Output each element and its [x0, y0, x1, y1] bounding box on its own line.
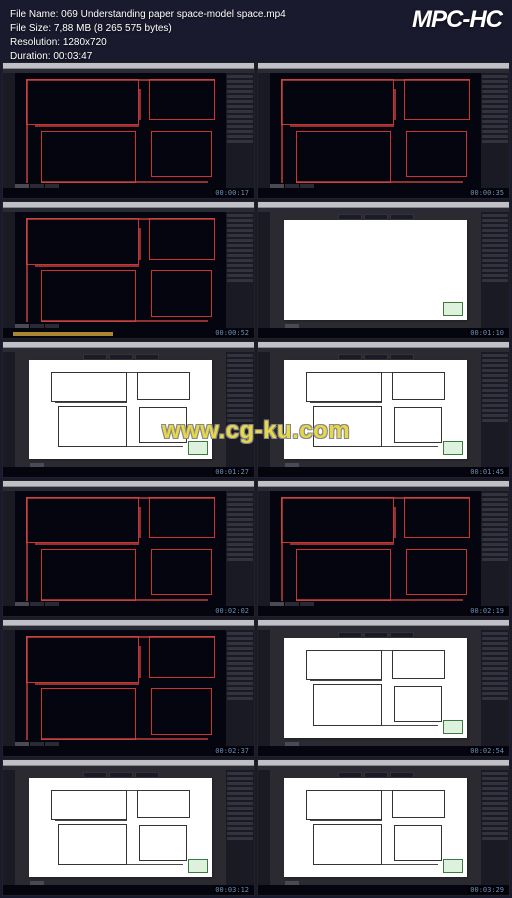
- filesize-value: 7,88 MB (8 265 575 bytes): [54, 23, 172, 34]
- thumbnail-grid: 00:00:17 00:00:35: [0, 60, 512, 898]
- cad-left-panel: [258, 491, 270, 606]
- frame-timestamp: 00:02:19: [468, 607, 506, 615]
- cad-left-panel: [258, 770, 270, 885]
- layout-tabs: [15, 184, 59, 188]
- cad-right-panel: [481, 212, 509, 327]
- cad-left-panel: [3, 491, 15, 606]
- frame-timestamp: 00:02:54: [468, 747, 506, 755]
- resolution-label: Resolution:: [10, 37, 60, 48]
- frame-timestamp: 00:01:45: [468, 468, 506, 476]
- cad-right-panel: [481, 630, 509, 745]
- frame-timestamp: 00:00:17: [213, 189, 251, 197]
- watermark-text: www.cg-ku.com: [162, 417, 350, 445]
- filename-label: File Name:: [10, 9, 58, 20]
- layout-tabs: [270, 602, 314, 606]
- cad-left-panel: [258, 352, 270, 467]
- frame-timestamp: 00:02:02: [213, 607, 251, 615]
- thumbnail-frame[interactable]: 00:01:45: [257, 341, 510, 478]
- frame-timestamp: 00:01:10: [468, 329, 506, 337]
- layout-tabs: [270, 184, 314, 188]
- layout-tabs: [15, 602, 59, 606]
- layout-tabs: [270, 881, 314, 885]
- frame-timestamp: 00:03:29: [468, 886, 506, 894]
- thumbnail-frame[interactable]: 00:03:29: [257, 759, 510, 896]
- cad-right-panel: [226, 491, 254, 606]
- cad-left-panel: [3, 73, 15, 188]
- cad-left-panel: [3, 770, 15, 885]
- duration-value: 00:03:47: [53, 51, 92, 62]
- cad-right-panel: [481, 770, 509, 885]
- thumbnail-frame[interactable]: 00:00:17: [2, 62, 255, 199]
- frame-timestamp: 00:02:37: [213, 747, 251, 755]
- app-logo: MPC-HC: [412, 6, 502, 34]
- layout-tabs: [15, 463, 59, 467]
- filename-value: 069 Understanding paper space-model spac…: [61, 9, 286, 20]
- layout-tabs: [15, 742, 59, 746]
- frame-timestamp: 00:01:27: [213, 468, 251, 476]
- cad-right-panel: [226, 630, 254, 745]
- resolution-value: 1280x720: [63, 37, 107, 48]
- layout-tabs: [270, 324, 314, 328]
- thumbnail-frame[interactable]: 00:01:10: [257, 201, 510, 338]
- frame-timestamp: 00:03:12: [213, 886, 251, 894]
- cad-right-panel: [226, 73, 254, 188]
- duration-label: Duration:: [10, 51, 51, 62]
- thumbnail-frame[interactable]: 00:02:37: [2, 619, 255, 756]
- cad-left-panel: [258, 212, 270, 327]
- layout-tabs: [15, 324, 59, 328]
- cad-right-panel: [226, 212, 254, 327]
- frame-timestamp: 00:00:35: [468, 189, 506, 197]
- cad-left-panel: [3, 630, 15, 745]
- thumbnail-frame[interactable]: 00:00:35: [257, 62, 510, 199]
- thumbnail-frame[interactable]: 00:02:19: [257, 480, 510, 617]
- cad-right-panel: [226, 352, 254, 467]
- cad-left-panel: [3, 212, 15, 327]
- layout-tabs: [15, 881, 59, 885]
- thumbnail-frame[interactable]: 00:02:02: [2, 480, 255, 617]
- filesize-label: File Size:: [10, 23, 51, 34]
- cad-right-panel: [481, 491, 509, 606]
- command-highlight: [13, 332, 113, 336]
- cad-left-panel: [258, 73, 270, 188]
- thumbnail-frame[interactable]: 00:03:12: [2, 759, 255, 896]
- cad-right-panel: [226, 770, 254, 885]
- layout-tabs: [270, 463, 314, 467]
- thumbnail-frame[interactable]: 00:00:52: [2, 201, 255, 338]
- layout-tabs: [270, 742, 314, 746]
- thumbnail-frame[interactable]: 00:02:54: [257, 619, 510, 756]
- cad-left-panel: [3, 352, 15, 467]
- frame-timestamp: 00:00:52: [213, 329, 251, 337]
- cad-right-panel: [481, 352, 509, 467]
- cad-left-panel: [258, 630, 270, 745]
- thumbnail-frame[interactable]: 00:01:27: [2, 341, 255, 478]
- cad-right-panel: [481, 73, 509, 188]
